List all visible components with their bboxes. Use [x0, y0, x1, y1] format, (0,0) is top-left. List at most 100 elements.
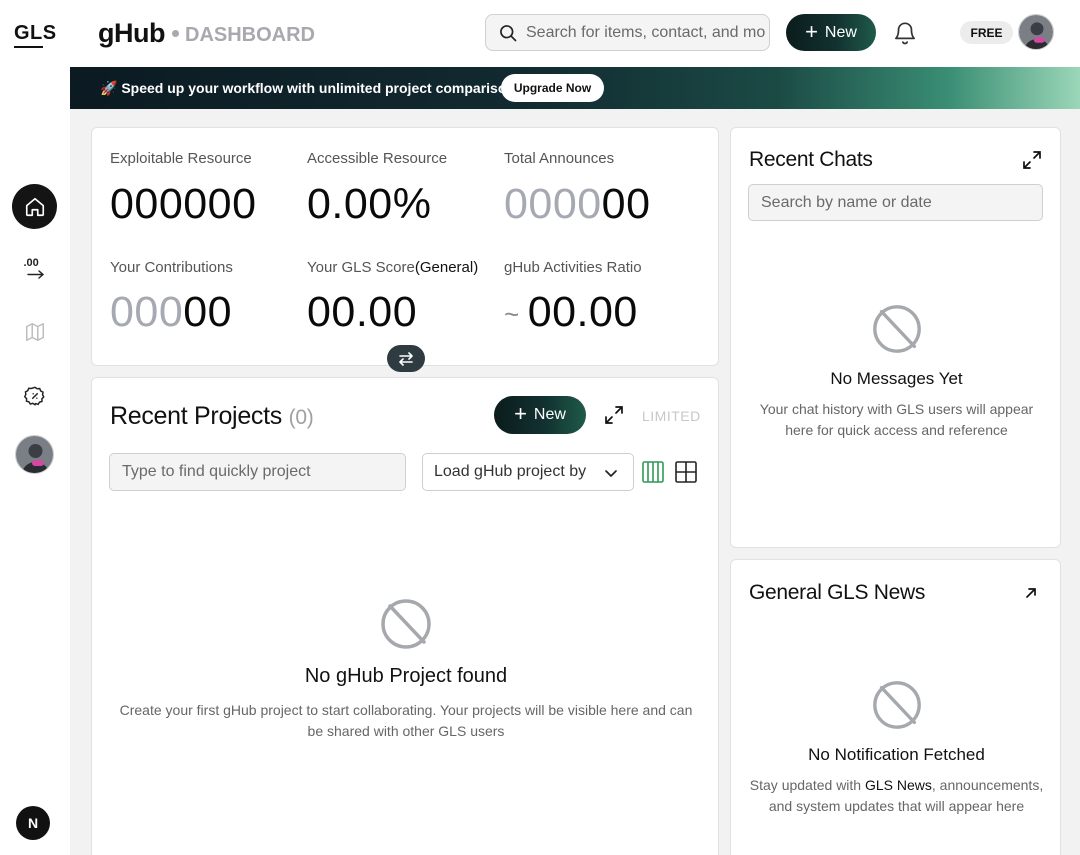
arrow-up-right-icon	[1026, 588, 1036, 598]
user-avatar-icon	[16, 436, 53, 473]
limited-label: LIMITED	[642, 408, 701, 424]
plus-icon: +	[805, 18, 818, 44]
chats-empty-state: No Messages Yet Your chat history with G…	[751, 302, 1042, 441]
bell-icon	[894, 22, 916, 45]
upgrade-now-button[interactable]: Upgrade Now	[501, 74, 604, 102]
profile-avatar[interactable]	[1018, 14, 1054, 50]
expand-icon	[605, 406, 623, 424]
stat-value-announces-dim: 0000	[504, 180, 602, 228]
stat-label-activities: gHub Activities Ratio	[504, 259, 642, 276]
news-empty-title: No Notification Fetched	[808, 745, 985, 764]
projects-empty-state: No gHub Project found Create your first …	[112, 596, 700, 742]
projects-empty-title: No gHub Project found	[304, 665, 508, 687]
approx-icon: ~	[504, 299, 520, 330]
chats-empty-title: No Messages Yet	[830, 369, 963, 388]
global-search[interactable]	[485, 14, 770, 51]
open-news-button[interactable]	[1023, 585, 1039, 601]
news-desc-highlight: GLS News	[864, 777, 932, 793]
search-icon	[500, 24, 517, 41]
compass-icon	[23, 386, 45, 406]
expand-icon	[1023, 151, 1041, 169]
stat-value-contributions-dim: 000	[110, 288, 184, 336]
no-messages-icon	[872, 305, 921, 353]
grid-icon	[675, 461, 697, 483]
stat-value-exploitable: 000000	[110, 180, 257, 228]
app-logo[interactable]: GLS	[14, 22, 57, 45]
map-icon	[25, 323, 44, 341]
new-project-label: New	[533, 406, 566, 423]
stat-value-announces: 000000	[504, 180, 651, 229]
nav-compare[interactable]: .00	[12, 249, 57, 289]
recent-projects-card: Recent Projects (0) + New LIMITED Load gH…	[91, 377, 719, 855]
chats-empty-description: Your chat history with GLS users will ap…	[759, 401, 1034, 438]
stat-value-activities-main: 00.00	[527, 288, 638, 336]
logo-underline	[14, 46, 43, 48]
columns-icon	[642, 461, 664, 483]
recent-projects-title-text: Recent Projects	[110, 402, 282, 430]
notifications-button[interactable]	[892, 19, 918, 47]
header-new-label: New	[824, 23, 857, 41]
account-badge[interactable]: N	[16, 806, 50, 840]
home-icon	[25, 197, 44, 216]
stat-label-contributions: Your Contributions	[110, 259, 233, 276]
load-project-select-value: Load gHub project by	[434, 463, 587, 480]
stat-label-exploitable: Exploitable Resource	[110, 150, 252, 167]
upgrade-banner: 🚀 Speed up your workflow with unlimited …	[70, 67, 1080, 109]
nav-counter: .00	[23, 257, 39, 269]
expand-chats-button[interactable]	[1021, 149, 1043, 171]
no-notification-icon	[872, 681, 921, 729]
stat-label-gls-score-text: Your GLS Score	[307, 259, 415, 276]
page-section: DASHBOARD	[172, 24, 315, 47]
stat-label-gls-score-suffix: (General)	[414, 259, 479, 276]
new-project-button[interactable]: + New	[494, 396, 586, 434]
chevron-down-icon	[605, 470, 617, 477]
projects-empty-description: Create your first gHub project to start …	[119, 702, 693, 739]
stat-value-gls-score: 00.00	[307, 288, 418, 336]
separator-dot	[172, 30, 179, 38]
column-view-button[interactable]	[641, 460, 665, 484]
swap-icon	[399, 351, 413, 366]
stat-value-accessible: 0.00%	[307, 180, 432, 228]
plus-icon: +	[514, 401, 527, 426]
news-desc-prefix: Stay updated with	[749, 777, 865, 793]
recent-projects-count: (0)	[288, 406, 314, 429]
nav-explore[interactable]	[12, 376, 57, 416]
banner-message: 🚀 Speed up your workflow with unlimited …	[100, 80, 523, 97]
chat-search-input[interactable]	[748, 184, 1043, 221]
news-empty-state: No Notification Fetched Stay updated wit…	[745, 678, 1048, 817]
project-search-input[interactable]	[109, 453, 406, 491]
stat-label-accessible: Accessible Resource	[307, 150, 448, 167]
user-avatar-icon	[1019, 15, 1053, 49]
recent-chats-card: Recent Chats No Messages Yet Your chat h…	[730, 127, 1061, 548]
top-header: gHub DASHBOARD + New FREE	[70, 0, 1080, 67]
no-data-icon	[381, 599, 431, 649]
expand-projects-button[interactable]	[603, 404, 625, 426]
brand-title: gHub	[98, 18, 165, 48]
stat-label-gls-score: Your GLS Score(General)	[307, 259, 478, 276]
stat-value-contributions: 00000	[110, 288, 232, 337]
stat-value-announces-main: 00	[601, 180, 651, 228]
stats-card: Exploitable Resource 000000 Accessible R…	[91, 127, 719, 372]
rocket-icon: 🚀	[100, 80, 118, 96]
plan-badge[interactable]: FREE	[960, 21, 1013, 44]
global-search-input[interactable]	[526, 23, 766, 42]
grid-view-button[interactable]	[674, 460, 698, 484]
nav-map[interactable]	[12, 312, 57, 352]
recent-projects-title: Recent Projects (0)	[110, 402, 314, 431]
nav-home[interactable]	[12, 184, 57, 229]
news-empty-description: Stay updated with GLS News, announcement…	[745, 775, 1048, 817]
stat-value-activities: ~00.00	[504, 288, 638, 337]
swap-stats-button[interactable]	[387, 345, 425, 372]
stat-value-contributions-main: 00	[183, 288, 233, 336]
page-section-label: DASHBOARD	[185, 24, 315, 46]
stat-label-announces: Total Announces	[504, 150, 615, 167]
banner-text: Speed up your workflow with unlimited pr…	[121, 80, 523, 96]
header-new-button[interactable]: + New	[786, 14, 876, 51]
gls-news-title: General GLS News	[749, 581, 926, 604]
gls-news-card: General GLS News No Notification Fetched…	[730, 559, 1061, 855]
sidebar: GLS .00 N	[0, 0, 70, 855]
compare-icon: .00	[24, 257, 46, 281]
recent-chats-title: Recent Chats	[749, 148, 873, 171]
load-project-select[interactable]: Load gHub project by	[422, 453, 634, 491]
sidebar-avatar[interactable]	[15, 435, 54, 474]
